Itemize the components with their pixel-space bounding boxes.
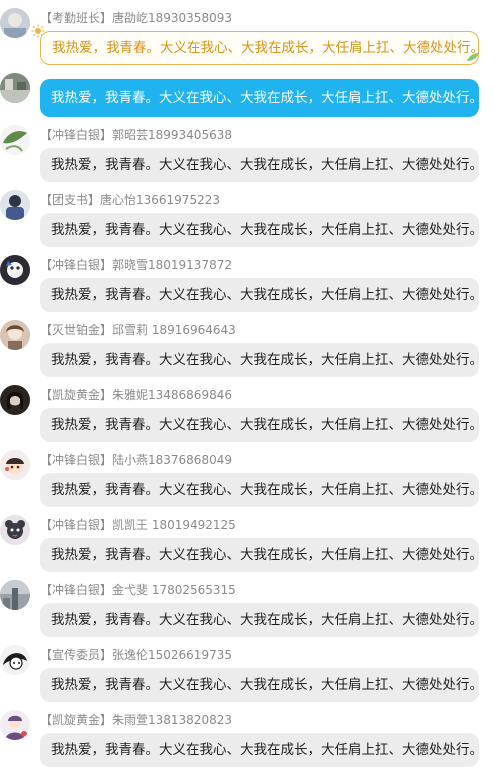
sender-name: 【冲锋白银】陆小燕18376868049	[40, 453, 232, 467]
avatar[interactable]	[0, 73, 30, 103]
chat-message: 【冲锋白银】郭昭芸18993405638 我热爱，我青春。大义在我心、大我在成长…	[0, 117, 495, 182]
sender-name: 【考勤班长】唐劭屹18930358093	[40, 11, 232, 25]
sender-name: 【宣传委员】张逸伦15026619735	[40, 648, 232, 662]
message-bubble[interactable]: 我热爱，我青春。大义在我心、大我在成长，大任肩上扛、大德处处行。	[40, 603, 479, 637]
avatar[interactable]	[0, 255, 30, 285]
message-bubble[interactable]: 我热爱，我青春。大义在我心、大我在成长，大任肩上扛、大德处处行。	[40, 668, 479, 702]
message-bubble[interactable]: 我热爱，我青春。大义在我心、大我在成长，大任肩上扛、大德处处行。	[40, 343, 479, 377]
message-bubble[interactable]: 我热爱，我青春。大义在我心、大我在成长，大任肩上扛、大德处处行。	[40, 733, 479, 767]
message-bubble[interactable]: 我热爱，我青春。大义在我心、大我在成长，大任肩上扛、大德处处行。	[40, 278, 479, 312]
chat-message: 【灭世铂金】邱雪莉 18916964643 我热爱，我青春。大义在我心、大我在成…	[0, 312, 495, 377]
message-bubble[interactable]: 我热爱，我青春。大义在我心、大我在成长，大任肩上扛、大德处处行。	[40, 538, 479, 572]
chat-message: 【冲锋白银】金弋斐 17802565315 我热爱，我青春。大义在我心、大我在成…	[0, 572, 495, 637]
chat-message-list[interactable]: 【考勤班长】唐劭屹18930358093 我热爱，我青春。大义在我心、大我在成长…	[0, 0, 495, 777]
avatar[interactable]	[0, 450, 30, 480]
chat-message: 【考勤班长】唐劭屹18930358093 我热爱，我青春。大义在我心、大我在成长…	[0, 0, 495, 65]
message-bubble[interactable]: 我热爱，我青春。大义在我心、大我在成长，大任肩上扛、大德处处行。	[40, 79, 479, 117]
chat-message: 【冲锋白银】凯凯王 18019492125 我热爱，我青春。大义在我心、大我在成…	[0, 507, 495, 572]
sender-name: 【凯旋黄金】朱雨萱13813820823	[40, 713, 232, 727]
avatar[interactable]	[0, 515, 30, 545]
message-bubble[interactable]: 我热爱，我青春。大义在我心、大我在成长，大任肩上扛、大德处处行。	[40, 31, 484, 65]
sender-name: 【冲锋白银】凯凯王 18019492125	[40, 518, 236, 532]
chat-message: 【凯旋黄金】朱雅妮13486869846 我热爱，我青春。大义在我心、大我在成长…	[0, 377, 495, 442]
sender-name: 【团支书】唐心怡13661975223	[40, 193, 220, 207]
message-bubble[interactable]: 我热爱，我青春。大义在我心、大我在成长，大任肩上扛、大德处处行。	[40, 473, 479, 507]
leaf-decoration-icon	[467, 53, 479, 61]
sender-name: 【冲锋白银】郭昭芸18993405638	[40, 128, 232, 142]
chat-message: 【宣传委员】张逸伦15026619735 我热爱，我青春。大义在我心、大我在成长…	[0, 637, 495, 702]
message-bubble[interactable]: 我热爱，我青春。大义在我心、大我在成长，大任肩上扛、大德处处行。	[40, 213, 479, 247]
message-bubble[interactable]: 我热爱，我青春。大义在我心、大我在成长，大任肩上扛、大德处处行。	[40, 408, 479, 442]
avatar[interactable]	[0, 190, 30, 220]
avatar[interactable]	[0, 645, 30, 675]
avatar[interactable]	[0, 580, 30, 610]
avatar[interactable]	[0, 125, 30, 155]
message-bubble[interactable]: 我热爱，我青春。大义在我心、大我在成长，大任肩上扛、大德处处行。	[40, 148, 479, 182]
chat-message: 【团支书】唐心怡13661975223 我热爱，我青春。大义在我心、大我在成长，…	[0, 182, 495, 247]
chat-message: 【凯旋黄金】朱雨萱13813820823 我热爱，我青春。大义在我心、大我在成长…	[0, 702, 495, 767]
sender-name: 【凯旋黄金】朱雅妮13486869846	[40, 388, 232, 402]
sender-name: 【灭世铂金】邱雪莉 18916964643	[40, 323, 236, 337]
avatar[interactable]	[0, 8, 30, 38]
sender-name: 【冲锋白银】金弋斐 17802565315	[40, 583, 236, 597]
avatar[interactable]	[0, 320, 30, 350]
avatar[interactable]	[0, 385, 30, 415]
chat-message: 【冲锋白银】陆小燕18376868049 我热爱，我青春。大义在我心、大我在成长…	[0, 442, 495, 507]
chat-message: 【冲锋白银】郭晓雪18019137872 我热爱，我青春。大义在我心、大我在成长…	[0, 247, 495, 312]
sender-name: 【冲锋白银】郭晓雪18019137872	[40, 258, 232, 272]
avatar[interactable]	[0, 710, 30, 740]
